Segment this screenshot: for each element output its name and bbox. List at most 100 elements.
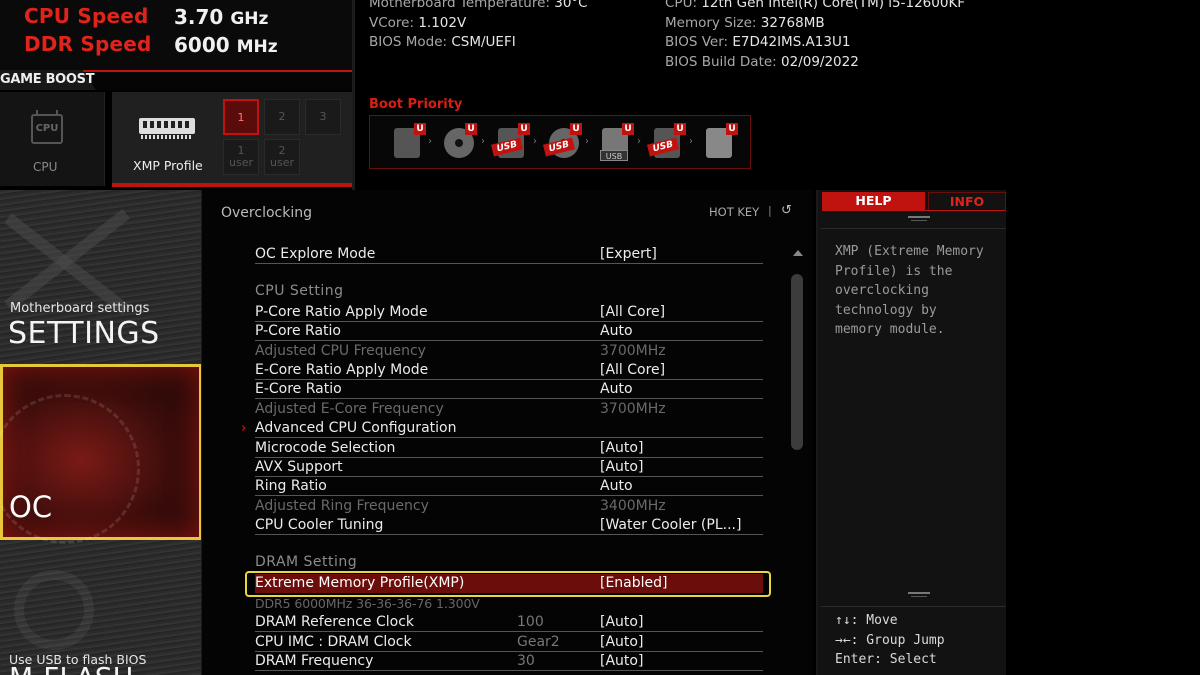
uefi-badge: U — [570, 123, 582, 135]
drag-handle-icon[interactable] — [908, 216, 930, 221]
tab-info[interactable]: INFO — [928, 192, 1006, 210]
ddr-speed-unit: MHz — [236, 37, 278, 57]
boot-device-hdd[interactable]: U — [390, 123, 426, 160]
setting-value: [Auto] — [600, 614, 644, 630]
boot-device-usb-floppy[interactable]: USB U — [646, 123, 686, 160]
setting-cpu-imc-dram-clock[interactable]: CPU IMC : DRAM Clock Gear2 [Auto] — [255, 633, 763, 652]
back-icon[interactable]: ↺ — [781, 203, 792, 218]
submenu-chevron-icon: › — [241, 421, 247, 436]
setting-value: [Water Cooler (PL...] — [600, 517, 742, 533]
setting-p-core-ratio[interactable]: P-Core Ratio Auto — [255, 322, 763, 341]
boot-device-optical[interactable]: U — [441, 123, 477, 160]
cpu-chip-icon: CPU — [31, 110, 63, 144]
setting-p-core-ratio-apply-mode[interactable]: P-Core Ratio Apply Mode [All Core] — [255, 303, 763, 322]
cpu-speed-value: 3.70 GHz — [174, 5, 268, 29]
setting-label: Adjusted Ring Frequency — [255, 498, 429, 514]
hotkey-button[interactable]: HOT KEY — [709, 205, 759, 219]
setting-value: 3700MHz — [600, 343, 666, 359]
info-label: BIOS Ver: — [665, 34, 733, 51]
xmp-user-label: user — [229, 156, 253, 169]
scrollbar-thumb[interactable] — [791, 274, 803, 450]
setting-value: Auto — [600, 478, 633, 494]
screen-edge — [1006, 0, 1200, 675]
setting-e-core-ratio-apply-mode[interactable]: E-Core Ratio Apply Mode [All Core] — [255, 361, 763, 380]
xmp-user-2-button[interactable]: 2 user — [264, 139, 300, 175]
chevron-right-icon: › — [428, 136, 432, 147]
setting-label: E-Core Ratio — [255, 381, 342, 397]
setting-ring-ratio[interactable]: Ring Ratio Auto — [255, 477, 763, 496]
info-label: CPU: — [665, 0, 702, 11]
setting-label: Microcode Selection — [255, 440, 396, 456]
info-value: E7D42IMS.A13U1 — [732, 34, 851, 51]
setting-cpu-cooler-tuning[interactable]: CPU Cooler Tuning [Water Cooler (PL...] — [255, 516, 763, 535]
system-info-left: Motherboard Temperature: 30°C VCore: 1.1… — [369, 0, 588, 53]
cpu-speed-number: 3.70 — [174, 5, 224, 29]
uefi-badge: U — [518, 123, 530, 135]
xmp-profile-3-button[interactable]: 3 — [305, 99, 341, 135]
setting-value: [All Core] — [600, 362, 666, 378]
setting-advanced-cpu-configuration[interactable]: Advanced CPU Configuration — [255, 419, 763, 438]
xmp-tile-active-bar — [112, 183, 352, 187]
setting-label: Adjusted E-Core Frequency — [255, 401, 444, 417]
help-description: XMP (Extreme Memory Profile) is the over… — [835, 244, 984, 337]
setting-current: 30 — [517, 653, 535, 669]
uefi-badge: U — [622, 123, 634, 135]
setting-microcode-selection[interactable]: Microcode Selection [Auto] — [255, 439, 763, 458]
boot-device-usb-cd[interactable]: USB U — [542, 123, 582, 160]
setting-value: [Auto] — [600, 459, 644, 475]
setting-avx-support[interactable]: AVX Support [Auto] — [255, 458, 763, 477]
info-value: 1.102V — [418, 14, 467, 31]
setting-current: Gear2 — [517, 634, 560, 650]
header-divider — [352, 0, 355, 190]
memory-module-icon — [139, 118, 195, 139]
info-label: Motherboard Temperature: — [369, 0, 555, 11]
setting-label: AVX Support — [255, 459, 343, 475]
setting-value: 3400MHz — [600, 498, 666, 514]
bios-version: BIOS Ver: E7D42IMS.A13U1 — [665, 33, 965, 53]
info-value: 30°C — [554, 0, 588, 11]
setting-label: E-Core Ratio Apply Mode — [255, 362, 429, 378]
setting-dram-frequency[interactable]: DRAM Frequency 30 [Auto] — [255, 652, 763, 671]
section-label: DRAM Setting — [255, 554, 358, 570]
setting-dram-reference-clock[interactable]: DRAM Reference Clock 100 [Auto] — [255, 613, 763, 632]
xmp-profile-1-button[interactable]: 1 — [223, 99, 259, 135]
drag-handle-icon[interactable] — [908, 592, 930, 597]
nav-oc-title: OC — [9, 490, 53, 524]
uefi-badge: U — [414, 123, 426, 135]
setting-label: CPU IMC : DRAM Clock — [255, 634, 412, 650]
nav-settings-subtitle: Motherboard settings — [10, 301, 150, 316]
setting-label: DRAM Reference Clock — [255, 614, 415, 630]
chevron-right-icon: › — [637, 136, 641, 147]
setting-label: P-Core Ratio Apply Mode — [255, 304, 428, 320]
setting-value: [Expert] — [600, 246, 657, 262]
setting-label: Ring Ratio — [255, 478, 327, 494]
page-title: Overclocking — [221, 205, 312, 221]
setting-oc-explore-mode[interactable]: OC Explore Mode [Expert] — [255, 245, 763, 264]
xmp-profile-2-button[interactable]: 2 — [264, 99, 300, 135]
setting-e-core-ratio[interactable]: E-Core Ratio Auto — [255, 380, 763, 399]
xmp-user-1-button[interactable]: 1 user — [223, 139, 259, 175]
usb-tag: USB — [600, 150, 628, 161]
tab-help[interactable]: HELP — [822, 192, 925, 210]
usb-icon — [14, 570, 94, 650]
motherboard-temperature: Motherboard Temperature: 30°C — [369, 0, 588, 14]
info-label: BIOS Mode: — [369, 34, 452, 51]
scroll-up-icon[interactable] — [793, 250, 803, 256]
info-value: CSM/UEFI — [451, 34, 516, 51]
help-tab-underline — [822, 210, 1006, 211]
hotkey-separator: | — [768, 204, 772, 217]
boot-device-network[interactable]: U — [702, 123, 738, 160]
nav-settings-title: SETTINGS — [8, 316, 160, 351]
boot-device-usb-key[interactable]: USB U — [598, 123, 634, 161]
info-value: 32768MB — [760, 14, 825, 31]
boot-device-usb-hdd[interactable]: USB U — [490, 123, 530, 160]
setting-label: Adjusted CPU Frequency — [255, 343, 426, 359]
cpu-speed-unit: GHz — [230, 9, 269, 29]
setting-adjusted-ring-frequency: Adjusted Ring Frequency 3400MHz — [255, 497, 763, 516]
setting-value: Auto — [600, 381, 633, 397]
nav-mflash-title[interactable]: M-FLASH — [9, 664, 134, 675]
setting-value: [Auto] — [600, 440, 644, 456]
cpu-tile-label: CPU — [33, 160, 58, 174]
bios-build-date: BIOS Build Date: 02/09/2022 — [665, 53, 965, 73]
xmp-user-label: user — [270, 156, 294, 169]
